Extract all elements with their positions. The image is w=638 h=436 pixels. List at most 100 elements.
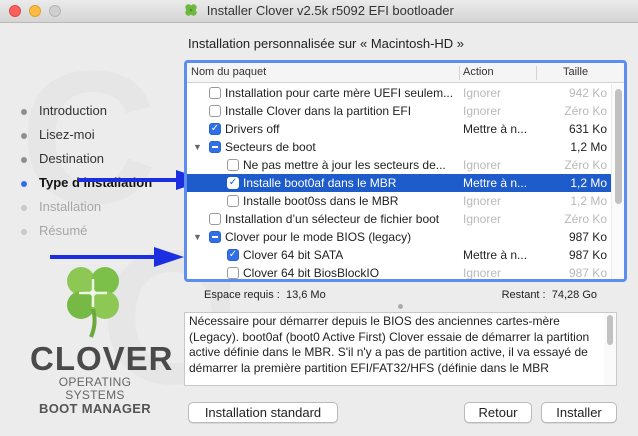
table-row[interactable]: Installation pour carte mère UEFI seulem…	[187, 84, 611, 102]
checkmark-icon: ✓	[210, 123, 220, 134]
logo-brand: CLOVER	[30, 340, 174, 377]
package-description[interactable]: Nécessaire pour démarrer depuis le BIOS …	[184, 312, 617, 386]
package-size: 631 Ko	[568, 122, 607, 136]
package-name: Clover 64 bit SATA	[243, 248, 344, 262]
package-table[interactable]: Nom du paquet Action Taille Installation…	[184, 60, 627, 282]
package-action: Mettre à n...	[463, 122, 528, 136]
table-row[interactable]: Ne pas mettre à jour les secteurs de... I…	[187, 156, 611, 174]
table-row[interactable]: ✓ Drivers off Mettre à n... 631 Ko	[187, 120, 611, 138]
scrollbar-thumb[interactable]	[615, 89, 622, 204]
package-checkbox[interactable]: ✓	[227, 177, 239, 189]
step-bullet-icon	[21, 157, 27, 163]
package-checkbox[interactable]	[227, 195, 239, 207]
description-scrollbar[interactable]	[604, 313, 616, 385]
package-size: 1,2 Mo	[570, 140, 607, 154]
package-size: 1,2 Mo	[570, 194, 607, 208]
step-bullet-icon	[21, 109, 27, 115]
package-action: Ignorer	[463, 104, 502, 118]
space-remaining-label: Restant :	[501, 289, 546, 301]
package-name: Installe Clover dans la partition EFI	[225, 104, 412, 118]
step-bullet-icon	[21, 205, 27, 211]
sidebar: C O Introduction Lisez-moi Destination T…	[0, 23, 230, 436]
table-row[interactable]: ▼ Secteurs de boot 1,2 Mo	[187, 138, 611, 156]
install-button[interactable]: Installer	[541, 402, 617, 423]
step-label: Lisez-moi	[39, 127, 95, 142]
table-row[interactable]: ▼ Clover pour le mode BIOS (legacy) 987 Ko	[187, 228, 611, 246]
package-action: Ignorer	[463, 194, 502, 208]
checkmark-icon: ✓	[228, 177, 238, 188]
package-name: Secteurs de boot	[225, 140, 316, 154]
page-title: Installation personnalisée sur « Macinto…	[188, 36, 465, 51]
split-view-handle[interactable]	[398, 304, 403, 309]
package-size: 987 Ko	[568, 266, 607, 280]
package-checkbox[interactable]	[209, 213, 221, 225]
table-row[interactable]: ✓ Installe boot0af dans le MBR Mettre à n.…	[187, 174, 611, 192]
package-name: Drivers off	[225, 122, 280, 136]
disk-space-info: Espace requis : 13,6 Mo Restant : 74,28 …	[184, 284, 627, 309]
table-row[interactable]: ✓ Clover 64 bit SATA Mettre à n... 987 Ko	[187, 246, 611, 264]
disclosure-triangle-icon[interactable]: ▼	[193, 228, 202, 246]
space-remaining-value: 74,28 Go	[551, 289, 597, 301]
space-required: Espace requis : 13,6 Mo	[204, 289, 326, 301]
step-read-me: Lisez-moi	[20, 127, 152, 151]
table-row[interactable]: Installe Clover dans la partition EFI Ign…	[187, 102, 611, 120]
package-name: Clover pour le mode BIOS (legacy)	[225, 230, 412, 244]
package-checkbox[interactable]	[209, 105, 221, 117]
title-bar: Installer Clover v2.5k r5092 EFI bootloa…	[0, 0, 638, 23]
standard-install-button[interactable]: Installation standard	[188, 402, 338, 423]
package-action: Mettre à n...	[463, 248, 528, 262]
disclosure-triangle-icon[interactable]: ▼	[193, 138, 202, 156]
space-required-label: Espace requis :	[204, 289, 280, 301]
clover-icon	[185, 4, 197, 16]
package-size: 1,2 Mo	[570, 176, 607, 190]
step-label: Installation	[39, 199, 102, 214]
annotation-arrow-2	[50, 247, 184, 267]
package-action: Ignorer	[463, 212, 502, 226]
step-summary: Résumé	[20, 223, 152, 247]
package-checkbox[interactable]	[209, 87, 221, 99]
step-label: Résumé	[39, 223, 88, 238]
step-label: Destination	[39, 151, 105, 166]
column-divider	[459, 66, 460, 80]
package-size: Zéro Ko	[564, 212, 607, 226]
package-name: Installe boot0af dans le MBR	[243, 176, 397, 190]
scrollbar-thumb[interactable]	[607, 315, 613, 345]
column-divider	[536, 66, 537, 80]
table-row[interactable]: Installation d’un sélecteur de fichier b…	[187, 210, 611, 228]
package-checkbox[interactable]: ✓	[209, 123, 221, 135]
package-name: Installation d’un sélecteur de fichier b…	[225, 212, 440, 226]
package-size: 942 Ko	[568, 86, 607, 100]
table-scrollbar[interactable]	[611, 84, 624, 279]
four-leaf-clover-logo	[67, 267, 119, 338]
back-button[interactable]: Retour	[464, 402, 532, 423]
table-row[interactable]: Clover 64 bit BiosBlockIO Ignorer 987 Ko	[187, 264, 611, 280]
description-text: Nécessaire pour démarrer depuis le BIOS …	[189, 314, 590, 375]
package-name: Installe boot0ss dans le MBR	[243, 194, 399, 208]
package-size: 987 Ko	[568, 230, 607, 244]
step-introduction: Introduction	[20, 103, 152, 127]
logo-tagline-1: OPERATING SYSTEMS	[58, 375, 132, 402]
step-installation: Installation	[20, 199, 152, 223]
column-header-package[interactable]: Nom du paquet	[191, 66, 266, 78]
table-body: Installation pour carte mère UEFI seulem…	[187, 84, 611, 280]
package-checkbox[interactable]: ✓	[227, 249, 239, 261]
package-checkbox[interactable]	[227, 267, 239, 279]
table-header: Nom du paquet Action Taille	[187, 63, 624, 83]
package-name: Ne pas mettre à jour les secteurs de...	[243, 158, 446, 172]
column-header-size[interactable]: Taille	[563, 66, 588, 78]
package-size: Zéro Ko	[564, 158, 607, 172]
package-name: Installation pour carte mère UEFI seulem…	[225, 86, 454, 100]
step-bullet-icon	[21, 229, 27, 235]
package-size: 987 Ko	[568, 248, 607, 262]
package-checkbox[interactable]	[209, 141, 221, 153]
space-remaining: Restant : 74,28 Go	[502, 289, 597, 301]
package-size: Zéro Ko	[564, 104, 607, 118]
checkmark-icon: ✓	[228, 249, 238, 260]
table-row[interactable]: Installe boot0ss dans le MBR Ignorer 1,2 M…	[187, 192, 611, 210]
package-action: Ignorer	[463, 266, 502, 280]
package-action: Mettre à n...	[463, 176, 528, 190]
package-checkbox[interactable]	[209, 231, 221, 243]
step-label: Introduction	[39, 103, 107, 118]
package-checkbox[interactable]	[227, 159, 239, 171]
column-header-action[interactable]: Action	[463, 66, 494, 78]
